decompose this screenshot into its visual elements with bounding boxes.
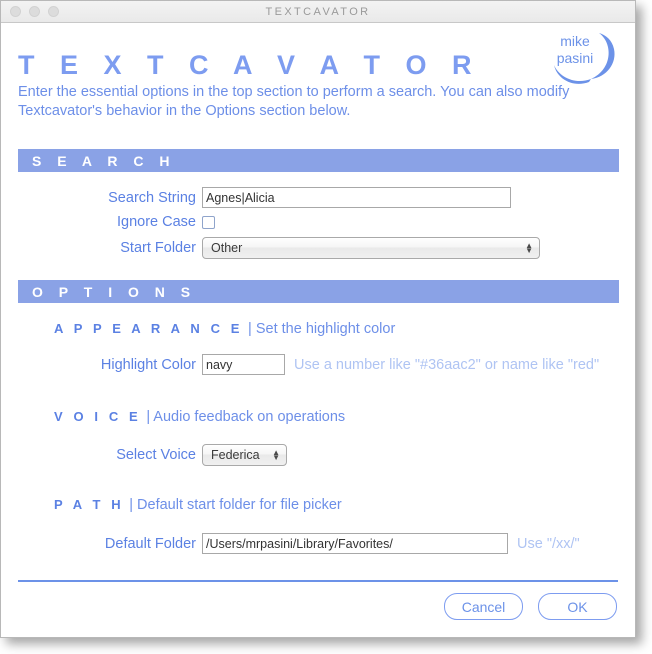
window-titlebar: TEXTCAVATOR [1, 1, 635, 23]
footer-divider [18, 580, 618, 582]
mike-pasini-logo: mike pasini [541, 27, 619, 89]
voice-subsection-desc: | Audio feedback on operations [146, 409, 346, 425]
voice-subsection-name: V O I C E [54, 409, 142, 424]
highlight-color-label: Highlight Color [100, 356, 196, 373]
appearance-subsection-header: A P P E A R A N C E | Set the highlight c… [54, 321, 395, 337]
logo-line2: pasini [557, 50, 594, 66]
window-title: TEXTCAVATOR [265, 5, 371, 18]
highlight-color-hint: Use a number like "#36aac2" or name like… [294, 356, 600, 373]
highlight-color-input[interactable] [202, 354, 285, 375]
ok-button[interactable]: OK [538, 593, 617, 620]
footer-button-group: Cancel OK [444, 593, 617, 620]
select-voice-row: Select Voice Federica ▲ ▼ [18, 444, 619, 466]
appearance-subsection-name: A P P E A R A N C E [54, 321, 244, 336]
path-subsection-header: P A T H | Default start folder for file p… [54, 497, 342, 513]
intro-text: Enter the essential options in the top s… [18, 84, 570, 119]
start-folder-select[interactable]: Other ▲ ▼ [202, 237, 540, 259]
default-folder-label: Default Folder [104, 535, 196, 552]
start-folder-label: Start Folder [120, 240, 196, 256]
logo-crescent-icon: mike pasini [554, 33, 615, 84]
app-title: T E X T C A V A T O R [18, 50, 481, 80]
voice-subsection-header: V O I C E | Audio feedback on operations [54, 409, 345, 425]
window-content: T E X T C A V A T O R mike pasini Enter … [1, 23, 635, 637]
select-voice-select[interactable]: Federica ▲ ▼ [202, 444, 287, 466]
highlight-color-row: Highlight Color Use a number like "#36aa… [18, 354, 619, 375]
chevron-updown-icon: ▲ ▼ [272, 448, 280, 462]
ignore-case-label: Ignore Case [117, 214, 196, 230]
ignore-case-checkbox[interactable] [202, 215, 215, 229]
select-voice-value: Federica [211, 448, 260, 462]
start-folder-row: Start Folder Other ▲ ▼ [18, 237, 619, 259]
start-folder-value: Other [211, 241, 243, 255]
path-subsection-desc: | Default start folder for file picker [129, 497, 342, 513]
default-folder-input[interactable] [202, 533, 508, 554]
logo-line1: mike [560, 33, 590, 49]
app-window: TEXTCAVATOR T E X T C A V A T O R mike p… [0, 0, 636, 638]
path-subsection-name: P A T H [54, 497, 125, 512]
search-string-input[interactable] [202, 187, 511, 208]
appearance-subsection-desc: | Set the highlight color [248, 321, 396, 337]
cancel-button[interactable]: Cancel [444, 593, 523, 620]
select-voice-label: Select Voice [116, 447, 196, 463]
search-string-row: Search String [18, 187, 619, 208]
default-folder-hint: Use "/xx/" [517, 535, 580, 552]
ignore-case-row: Ignore Case [18, 214, 619, 230]
search-string-label: Search String [108, 189, 196, 206]
default-folder-row: Default Folder Use "/xx/" [18, 533, 619, 554]
options-section-header: O P T I O N S [18, 280, 619, 303]
search-section-header: S E A R C H [18, 149, 619, 172]
chevron-updown-icon: ▲ ▼ [525, 241, 533, 255]
